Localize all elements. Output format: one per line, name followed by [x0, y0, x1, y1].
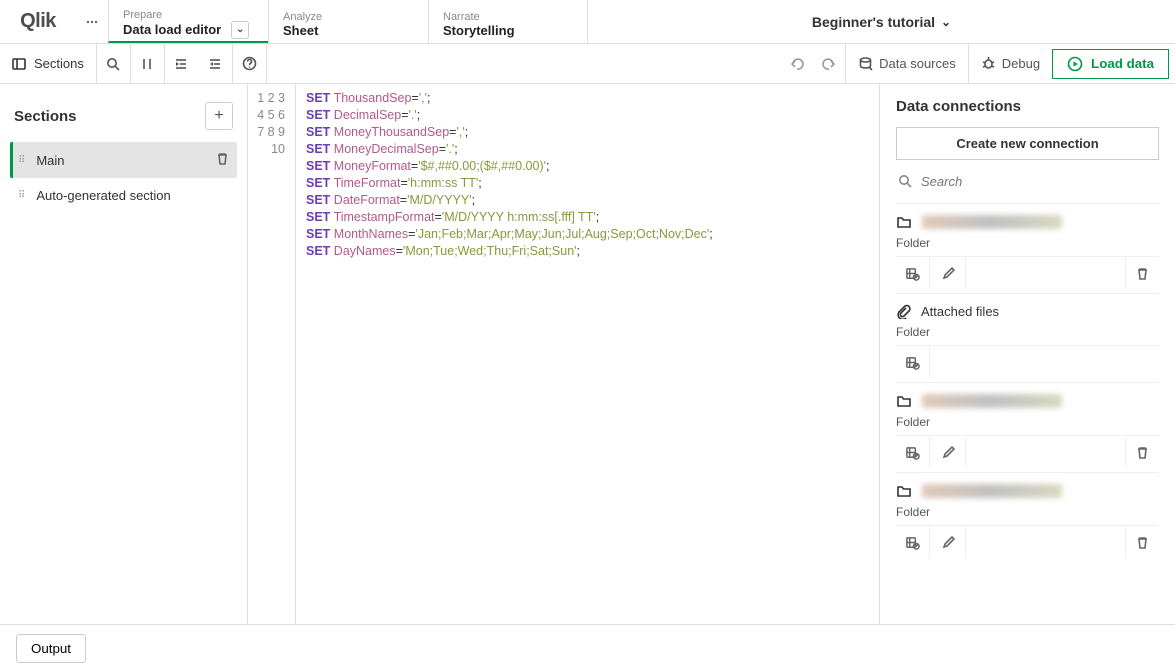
connection-type: Folder	[896, 413, 1159, 435]
nav-narrate-label: Narrate	[443, 11, 573, 23]
grip-icon: ⠿	[18, 190, 26, 201]
sections-header: Sections +	[10, 92, 237, 142]
connection-item: Folder	[896, 203, 1159, 293]
connection-name: Attached files	[921, 304, 999, 319]
help-icon[interactable]	[232, 44, 266, 83]
brand-text: Qlik	[20, 10, 56, 33]
connections-title: Data connections	[896, 98, 1159, 115]
toolbar-right: Data sources Debug Load data	[781, 44, 1175, 83]
delete-connection-icon[interactable]	[1125, 257, 1159, 289]
delete-connection-icon[interactable]	[1125, 436, 1159, 468]
insert-select-icon[interactable]	[896, 257, 930, 289]
line-gutter: 1 2 3 4 5 6 7 8 9 10	[248, 84, 296, 624]
toolbar-left: Sections	[0, 44, 267, 83]
toggle-sections-label: Sections	[34, 56, 84, 71]
insert-select-icon[interactable]	[896, 346, 930, 378]
edit-connection-icon[interactable]	[932, 436, 966, 468]
nav-analyze-label: Analyze	[283, 11, 414, 23]
chevron-down-icon: ⌄	[941, 15, 951, 29]
app-title-dropdown[interactable]: Beginner's tutorial ⌄	[588, 0, 1175, 43]
code-area[interactable]: SET ThousandSep=','; SET DecimalSep='.';…	[296, 84, 879, 624]
sections-title: Sections	[14, 108, 77, 125]
debug-button[interactable]: Debug	[968, 44, 1052, 83]
footer: Output	[0, 624, 1175, 672]
connection-type: Folder	[896, 323, 1159, 345]
connection-name-blurred	[922, 215, 1062, 229]
connection-name-blurred	[922, 484, 1062, 498]
debug-label: Debug	[1002, 56, 1040, 71]
connection-item: Folder	[896, 382, 1159, 472]
connection-name-blurred	[922, 394, 1062, 408]
chevron-down-icon[interactable]: ⌄	[231, 21, 249, 39]
nav-prepare-label: Prepare	[123, 9, 254, 21]
undo-button[interactable]	[781, 44, 813, 83]
connection-item: Folder	[896, 472, 1159, 562]
insert-select-icon[interactable]	[896, 526, 930, 558]
datasources-label: Data sources	[879, 56, 956, 71]
more-menu-icon[interactable]	[76, 0, 108, 43]
load-data-button[interactable]: Load data	[1052, 49, 1169, 79]
main-area: Sections + ⠿ Main ⠿ Auto-generated secti…	[0, 84, 1175, 624]
add-section-button[interactable]: +	[205, 102, 233, 130]
connection-item: Attached files Folder	[896, 293, 1159, 382]
grip-icon: ⠿	[18, 155, 26, 166]
nav-narrate-title: Storytelling	[443, 23, 573, 38]
datasources-button[interactable]: Data sources	[845, 44, 968, 83]
load-data-label: Load data	[1091, 56, 1154, 71]
nav-analyze[interactable]: Analyze Sheet	[268, 0, 428, 43]
search-icon	[898, 174, 913, 189]
outdent-icon[interactable]	[198, 44, 232, 83]
comment-toggle-icon[interactable]	[130, 44, 164, 83]
insert-select-icon[interactable]	[896, 436, 930, 468]
code-editor[interactable]: 1 2 3 4 5 6 7 8 9 10 SET ThousandSep=','…	[248, 84, 880, 624]
edit-connection-icon[interactable]	[932, 526, 966, 558]
nav-prepare[interactable]: Prepare Data load editor ⌄	[108, 0, 268, 43]
indent-icon[interactable]	[164, 44, 198, 83]
section-item-main[interactable]: ⠿ Main	[10, 142, 237, 178]
section-item-auto[interactable]: ⠿ Auto-generated section	[10, 178, 237, 213]
edit-connection-icon[interactable]	[932, 257, 966, 289]
app-title-text: Beginner's tutorial	[812, 14, 935, 30]
delete-section-icon[interactable]	[216, 152, 229, 168]
connection-search	[896, 170, 1159, 203]
redo-button[interactable]	[813, 44, 845, 83]
sections-panel: Sections + ⠿ Main ⠿ Auto-generated secti…	[0, 84, 248, 624]
toolbar: Sections Data sources Debug	[0, 44, 1175, 84]
toggle-sections-button[interactable]: Sections	[0, 44, 96, 83]
connections-panel: Data connections Create new connection F…	[880, 84, 1175, 624]
output-button[interactable]: Output	[16, 634, 86, 663]
nav-analyze-title: Sheet	[283, 23, 414, 38]
app-header: Qlik Prepare Data load editor ⌄ Analyze …	[0, 0, 1175, 44]
section-item-label: Auto-generated section	[36, 188, 170, 203]
search-icon[interactable]	[96, 44, 130, 83]
connection-search-input[interactable]	[921, 174, 1157, 189]
nav-prepare-title: Data load editor	[123, 22, 221, 37]
nav-narrate[interactable]: Narrate Storytelling	[428, 0, 588, 43]
create-connection-button[interactable]: Create new connection	[896, 127, 1159, 160]
section-item-label: Main	[36, 153, 64, 168]
delete-connection-icon[interactable]	[1125, 526, 1159, 558]
brand-logo: Qlik	[0, 0, 76, 43]
connection-type: Folder	[896, 234, 1159, 256]
connection-type: Folder	[896, 503, 1159, 525]
